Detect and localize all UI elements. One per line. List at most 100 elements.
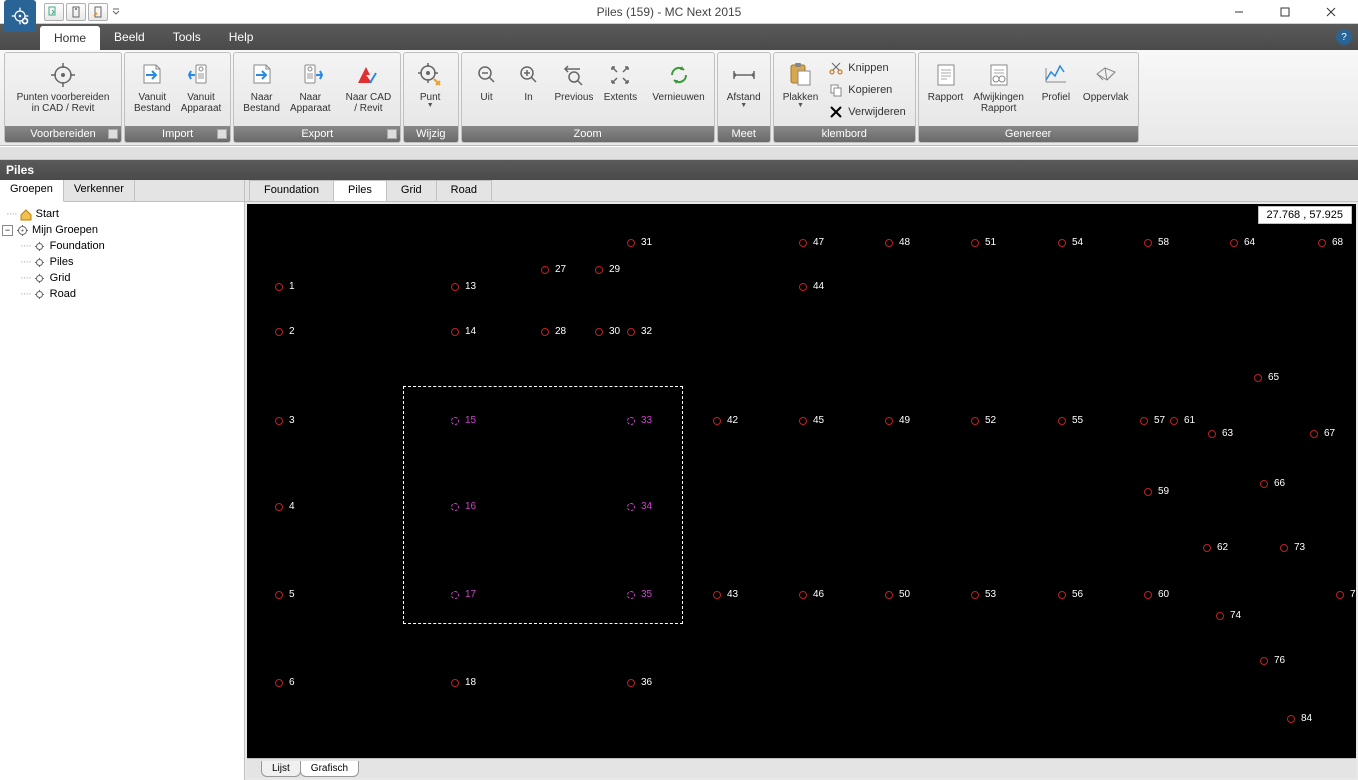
pile-point[interactable]: 76 — [1260, 655, 1285, 666]
zoom-uit-button[interactable]: Uit — [466, 56, 508, 124]
pile-point[interactable]: 44 — [799, 281, 824, 292]
minimize-button[interactable] — [1216, 0, 1262, 24]
zoom-previous-button[interactable]: Previous — [550, 56, 599, 124]
pile-point[interactable]: 31 — [627, 237, 652, 248]
pile-point[interactable]: 55 — [1058, 415, 1083, 426]
pile-point[interactable]: 51 — [971, 237, 996, 248]
punt-button[interactable]: Punt ▼ — [408, 56, 452, 124]
pile-point[interactable]: 3 — [275, 415, 295, 426]
pile-point[interactable]: 64 — [1230, 237, 1255, 248]
canvas[interactable]: 1234561314151617182728293031323334353642… — [247, 204, 1356, 758]
pile-point[interactable]: 58 — [1144, 237, 1169, 248]
pile-point[interactable]: 62 — [1203, 542, 1228, 553]
menu-help[interactable]: Help — [215, 24, 268, 50]
tree-item-mijn-groepen[interactable]: − Mijn Groepen — [2, 222, 242, 238]
tab-grafisch[interactable]: Grafisch — [300, 761, 359, 777]
pile-point[interactable]: 45 — [799, 415, 824, 426]
pile-point[interactable]: 84 — [1287, 713, 1312, 724]
pile-point[interactable]: 49 — [885, 415, 910, 426]
pile-point[interactable]: 29 — [595, 264, 620, 275]
export-launcher[interactable] — [387, 129, 397, 139]
pile-point[interactable]: 5 — [275, 589, 295, 600]
menu-home[interactable]: Home — [40, 26, 100, 50]
import-launcher[interactable] — [217, 129, 227, 139]
tree-collapse-icon[interactable]: − — [2, 225, 13, 236]
pile-point[interactable]: 52 — [971, 415, 996, 426]
pile-point[interactable]: 30 — [595, 326, 620, 337]
punten-voorbereiden-button[interactable]: Punten voorbereiden in CAD / Revit — [9, 56, 117, 124]
afstand-button[interactable]: Afstand ▼ — [722, 56, 766, 124]
pile-point[interactable]: 46 — [799, 589, 824, 600]
pile-point[interactable]: 6 — [275, 677, 295, 688]
afwijkingen-button[interactable]: Afwijkingen Rapport — [968, 56, 1029, 124]
pile-point[interactable]: 1 — [275, 281, 295, 292]
pile-point[interactable]: 65 — [1254, 372, 1279, 383]
pile-point[interactable]: 36 — [627, 677, 652, 688]
tree-item-start[interactable]: ···· Start — [2, 206, 242, 222]
plakken-button[interactable]: Plakken ▼ — [778, 56, 824, 124]
pile-point[interactable]: 67 — [1310, 428, 1335, 439]
profiel-button[interactable]: Profiel — [1034, 56, 1078, 124]
tab-road[interactable]: Road — [436, 180, 492, 201]
tab-groepen[interactable]: Groepen — [0, 180, 64, 202]
vanuit-bestand-button[interactable]: Vanuit Bestand — [129, 56, 176, 124]
pile-point[interactable]: 43 — [713, 589, 738, 600]
pile-point[interactable]: 18 — [451, 677, 476, 688]
qat-btn-3[interactable] — [88, 3, 108, 21]
pile-point[interactable]: 42 — [713, 415, 738, 426]
verwijderen-button[interactable]: Verwijderen — [823, 101, 910, 123]
pile-point[interactable]: 56 — [1058, 589, 1083, 600]
pile-point[interactable]: 2 — [275, 326, 295, 337]
tab-piles[interactable]: Piles — [333, 180, 387, 201]
naar-apparaat-button[interactable]: Naar Apparaat — [285, 56, 336, 124]
menu-beeld[interactable]: Beeld — [100, 24, 159, 50]
tab-lijst[interactable]: Lijst — [261, 761, 301, 777]
rapport-button[interactable]: Rapport — [923, 56, 969, 124]
help-icon[interactable]: ? — [1336, 29, 1352, 45]
zoom-in-button[interactable]: In — [508, 56, 550, 124]
pile-point[interactable]: 48 — [885, 237, 910, 248]
pile-point[interactable]: 32 — [627, 326, 652, 337]
pile-point[interactable]: 47 — [799, 237, 824, 248]
menu-tools[interactable]: Tools — [159, 24, 215, 50]
pile-point[interactable]: 50 — [885, 589, 910, 600]
tree-item-piles[interactable]: ···· Piles — [2, 254, 242, 270]
qat-dropdown[interactable] — [110, 3, 122, 21]
pile-point[interactable]: 4 — [275, 501, 295, 512]
pile-point[interactable]: 57 — [1140, 415, 1165, 426]
oppervlak-button[interactable]: Oppervlak — [1078, 56, 1134, 124]
vernieuwen-button[interactable]: Vernieuwen — [647, 56, 709, 124]
tab-verkenner[interactable]: Verkenner — [64, 180, 135, 201]
voorbereiden-launcher[interactable] — [108, 129, 118, 139]
pile-point[interactable]: 63 — [1208, 428, 1233, 439]
vanuit-apparaat-button[interactable]: Vanuit Apparaat — [176, 56, 227, 124]
pile-point[interactable]: 66 — [1260, 478, 1285, 489]
tab-foundation[interactable]: Foundation — [249, 180, 334, 201]
pile-point[interactable]: 68 — [1318, 237, 1343, 248]
pile-point[interactable]: 75 — [1336, 589, 1356, 600]
pile-point[interactable]: 54 — [1058, 237, 1083, 248]
tree-item-grid[interactable]: ···· Grid — [2, 270, 242, 286]
maximize-button[interactable] — [1262, 0, 1308, 24]
pile-point[interactable]: 27 — [541, 264, 566, 275]
zoom-extents-button[interactable]: Extents — [598, 56, 642, 124]
tab-grid[interactable]: Grid — [386, 180, 437, 201]
pile-point[interactable]: 14 — [451, 326, 476, 337]
pile-point[interactable]: 59 — [1144, 486, 1169, 497]
pile-point[interactable]: 60 — [1144, 589, 1169, 600]
naar-bestand-button[interactable]: Naar Bestand — [238, 56, 285, 124]
tree-item-foundation[interactable]: ···· Foundation — [2, 238, 242, 254]
qat-btn-1[interactable] — [44, 3, 64, 21]
knippen-button[interactable]: Knippen — [823, 57, 910, 79]
pile-point[interactable]: 61 — [1170, 415, 1195, 426]
pile-point[interactable]: 28 — [541, 326, 566, 337]
close-button[interactable] — [1308, 0, 1354, 24]
pile-point[interactable]: 13 — [451, 281, 476, 292]
pile-point[interactable]: 73 — [1280, 542, 1305, 553]
tree-item-road[interactable]: ···· Road — [2, 286, 242, 302]
naar-cad-button[interactable]: Naar CAD / Revit — [341, 56, 397, 124]
kopieren-button[interactable]: Kopieren — [823, 79, 910, 101]
pile-point[interactable]: 74 — [1216, 610, 1241, 621]
app-icon[interactable] — [4, 0, 36, 32]
qat-btn-2[interactable] — [66, 3, 86, 21]
